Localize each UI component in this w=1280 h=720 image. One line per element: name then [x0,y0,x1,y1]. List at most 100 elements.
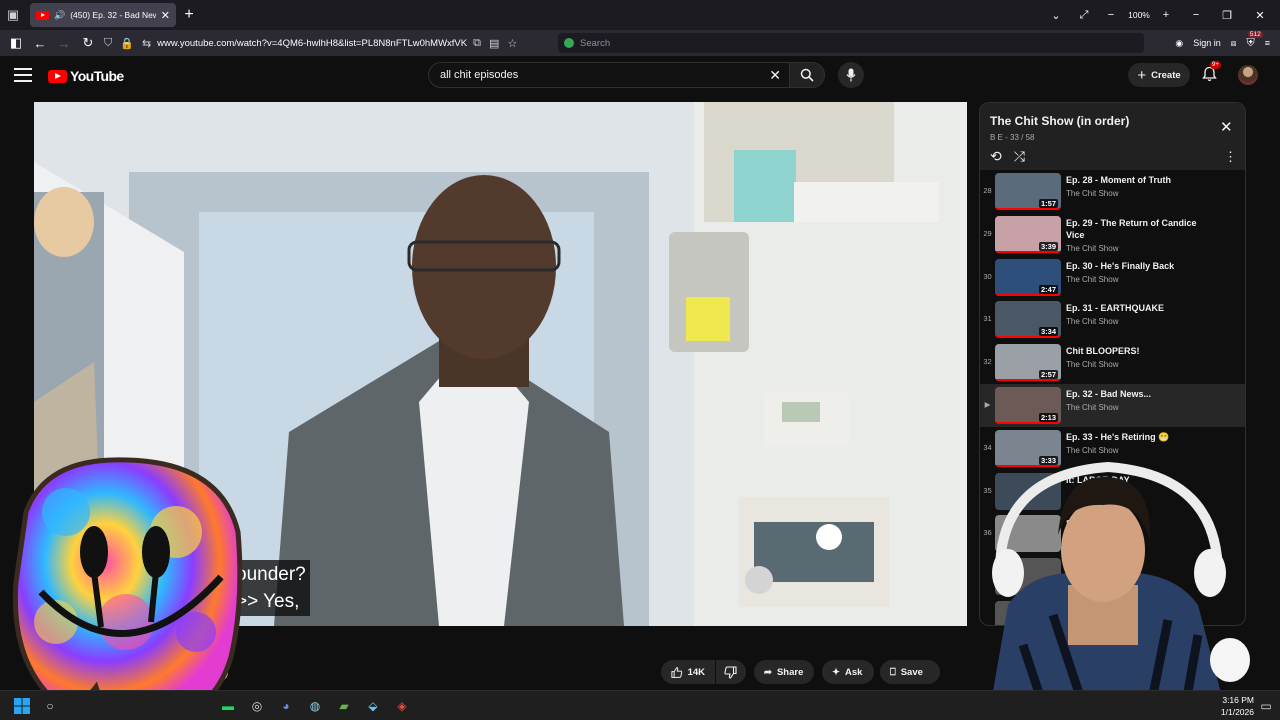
system-clock[interactable]: 3:16 PM 1/1/2026 [1221,694,1254,718]
notification-center-icon[interactable]: ▭ [1256,696,1276,716]
menu-icon[interactable]: ≡ [1265,38,1270,48]
windows-taskbar: ○ ▬ ◎ ◕ ◍ ▰ ⬙ ◈ 3:16 PM 1/1/2026 ▭ [0,690,1280,720]
shield-icon[interactable]: ⛉ [104,37,112,50]
playlist-item[interactable]: 29 3:39 Ep. 29 - The Return of Candice Vic… [980,213,1245,256]
playlist-item-thumbnail[interactable]: 2:13 [995,386,1061,424]
youtube-logo[interactable]: YouTube [48,68,124,84]
extensions-icon[interactable]: ⧈ [1231,38,1237,49]
new-tab-button[interactable]: + [176,6,202,24]
taskbar-app-terminal-icon[interactable]: ▬ [218,696,238,716]
voice-search-button[interactable] [838,62,864,88]
reload-button[interactable]: ↻ [76,35,100,51]
permissions-icon[interactable]: ⇆ [142,37,151,50]
playlist-item-thumbnail[interactable]: 2:57 [995,344,1061,382]
taskbar-app-obs-icon[interactable]: ◎ [247,696,267,716]
playlist-item-text: Ep. 28 - Moment of Truth The Chit Show [1066,170,1216,213]
playlist-item-title[interactable]: Ep. 33 - He's Retiring 😬 [1066,431,1216,443]
playlist-item-thumbnail[interactable]: 3:39 [995,215,1061,253]
create-button[interactable]: + Create [1128,63,1190,87]
more-options-icon[interactable]: ⋮ [1224,149,1237,165]
playlist-item-channel: The Chit Show [1066,189,1119,198]
playlist-item-duration: 3:34 [1038,327,1058,337]
tab-overflow-icon[interactable]: ⌄ [1042,9,1070,22]
taskbar-search-icon[interactable]: ○ [40,696,60,716]
speaker-icon[interactable]: 🔊 [54,10,65,21]
ask-button[interactable]: ✦ Ask [822,660,874,684]
shuffle-icon[interactable]: ⤮ [1014,148,1025,165]
browser-search-field[interactable]: Search [558,33,1144,53]
taskbar-app-pin-icon[interactable]: ◈ [392,696,412,716]
youtube-search-input[interactable]: all chit episodes ✕ [428,62,790,88]
playlist-item-title[interactable]: Ep. 32 - Bad News... [1066,388,1216,400]
restore-button[interactable]: ❐ [1214,9,1240,22]
dislike-button[interactable] [716,660,746,684]
zoom-in-button[interactable]: + [1154,9,1178,21]
taskbar-steam-icon[interactable]: ⬙ [363,696,383,716]
fullscreen-icon[interactable]: ⤢ [1070,9,1098,22]
playlist-title[interactable]: The Chit Show (in order) [990,114,1129,128]
playlist-item-thumbnail[interactable]: 2:47 [995,258,1061,296]
taskbar-app-notes-icon[interactable]: ▰ [334,696,354,716]
browser-tab-strip: ▣ 🔊 (450) Ep. 32 - Bad News... ✕ + ⌄ ⤢ −… [0,0,1280,30]
browser-tab-active[interactable]: 🔊 (450) Ep. 32 - Bad News... ✕ [30,3,176,27]
clock-time: 3:16 PM [1222,695,1254,705]
account-icon[interactable]: ◉ [1175,38,1183,49]
notifications-button[interactable]: 9+ [1202,61,1221,87]
playlist-item-index: 31 [983,314,992,324]
playlist-item-title[interactable]: Ep. 28 - Moment of Truth [1066,174,1216,186]
search-button[interactable] [789,62,825,88]
playlist-item-text: Ep. 32 - Bad News... The Chit Show [1066,384,1216,427]
sign-in-button[interactable]: Sign in [1193,38,1221,48]
url-text[interactable]: www.youtube.com/watch?v=4QM6-hwlhH8&list… [157,38,467,49]
create-label: Create [1151,69,1181,81]
playlist-item-title[interactable]: Ep. 30 - He's Finally Back [1066,260,1216,272]
clear-search-icon[interactable]: ✕ [769,67,781,84]
like-count: 14K [687,666,705,678]
zoom-out-button[interactable]: − [1098,9,1124,21]
playlist-item-index: ▶ [984,399,991,409]
picture-in-picture-icon[interactable]: ⧉ [473,37,481,50]
taskbar-app-browser-icon[interactable]: ◍ [305,696,325,716]
taskbar-discord-icon[interactable]: ◕ [276,696,296,716]
tab-list-icon[interactable]: ▣ [0,0,26,30]
playlist-item-duration: 2:47 [1038,284,1058,294]
back-button[interactable]: ← [28,36,52,51]
bookmark-star-icon[interactable]: ☆ [507,37,517,50]
account-avatar[interactable] [1238,65,1258,85]
share-button[interactable]: ➦ Share [754,660,814,684]
sidebar-toggle-icon[interactable]: ◧ [4,35,28,51]
guide-menu-icon[interactable] [14,68,32,82]
close-window-button[interactable]: ✕ [1240,9,1280,22]
reader-view-icon[interactable]: ▤ [489,37,499,50]
playlist-item[interactable]: 28 1:57 Ep. 28 - Moment of Truth The Chit S… [980,170,1245,213]
youtube-wordmark: YouTube [70,68,124,84]
loop-icon[interactable]: ⟲ [990,148,1002,165]
like-button[interactable]: 14K [661,660,715,684]
close-playlist-icon[interactable]: ✕ [1220,118,1233,136]
playlist-item[interactable]: 31 3:34 Ep. 31 - EARTHQUAKE The Chit Show [980,298,1245,341]
lock-icon[interactable]: 🔒 [120,37,134,50]
playlist-item-thumbnail[interactable]: 3:34 [995,301,1061,339]
playlist-item-duration: 2:57 [1038,370,1058,380]
save-button[interactable]: ⎕ Save [880,660,940,684]
extension-badge-icon[interactable]: ⛨ 512 [1246,30,1263,50]
windows-start-icon[interactable] [12,696,32,716]
playlist-item[interactable]: 32 2:57 Chit BLOOPERS! The Chit Show [980,341,1245,384]
playlist-item[interactable]: 30 2:47 Ep. 30 - He's Finally Back The Chit… [980,256,1245,299]
minimize-button[interactable]: − [1178,9,1214,21]
forward-button[interactable]: → [52,36,76,51]
playlist-item-title[interactable]: Ep. 29 - The Return of Candice Vice [1066,217,1216,241]
playlist-item-thumbnail[interactable]: 1:57 [995,173,1061,210]
playlist-item-text: Ep. 29 - The Return of Candice Vice The C… [1066,213,1216,256]
share-icon: ➦ [764,666,772,678]
close-tab-icon[interactable]: ✕ [161,9,170,22]
playlist-item-title[interactable]: Chit BLOOPERS! [1066,345,1216,357]
playlist-item-title[interactable]: Ep. 31 - EARTHQUAKE [1066,302,1216,314]
search-query: all chit episodes [440,69,519,81]
screen: ▣ 🔊 (450) Ep. 32 - Bad News... ✕ + ⌄ ⤢ −… [0,0,1280,720]
url-bar[interactable]: ⛉ 🔒 ⇆ www.youtube.com/watch?v=4QM6-hwlhH… [104,33,552,53]
playlist-item[interactable]: ▶ 2:13 Ep. 32 - Bad News... The Chit Show [980,383,1245,427]
webcam-overlay [968,455,1280,720]
plus-icon: + [1137,66,1147,84]
zoom-level[interactable]: 100% [1124,10,1154,20]
